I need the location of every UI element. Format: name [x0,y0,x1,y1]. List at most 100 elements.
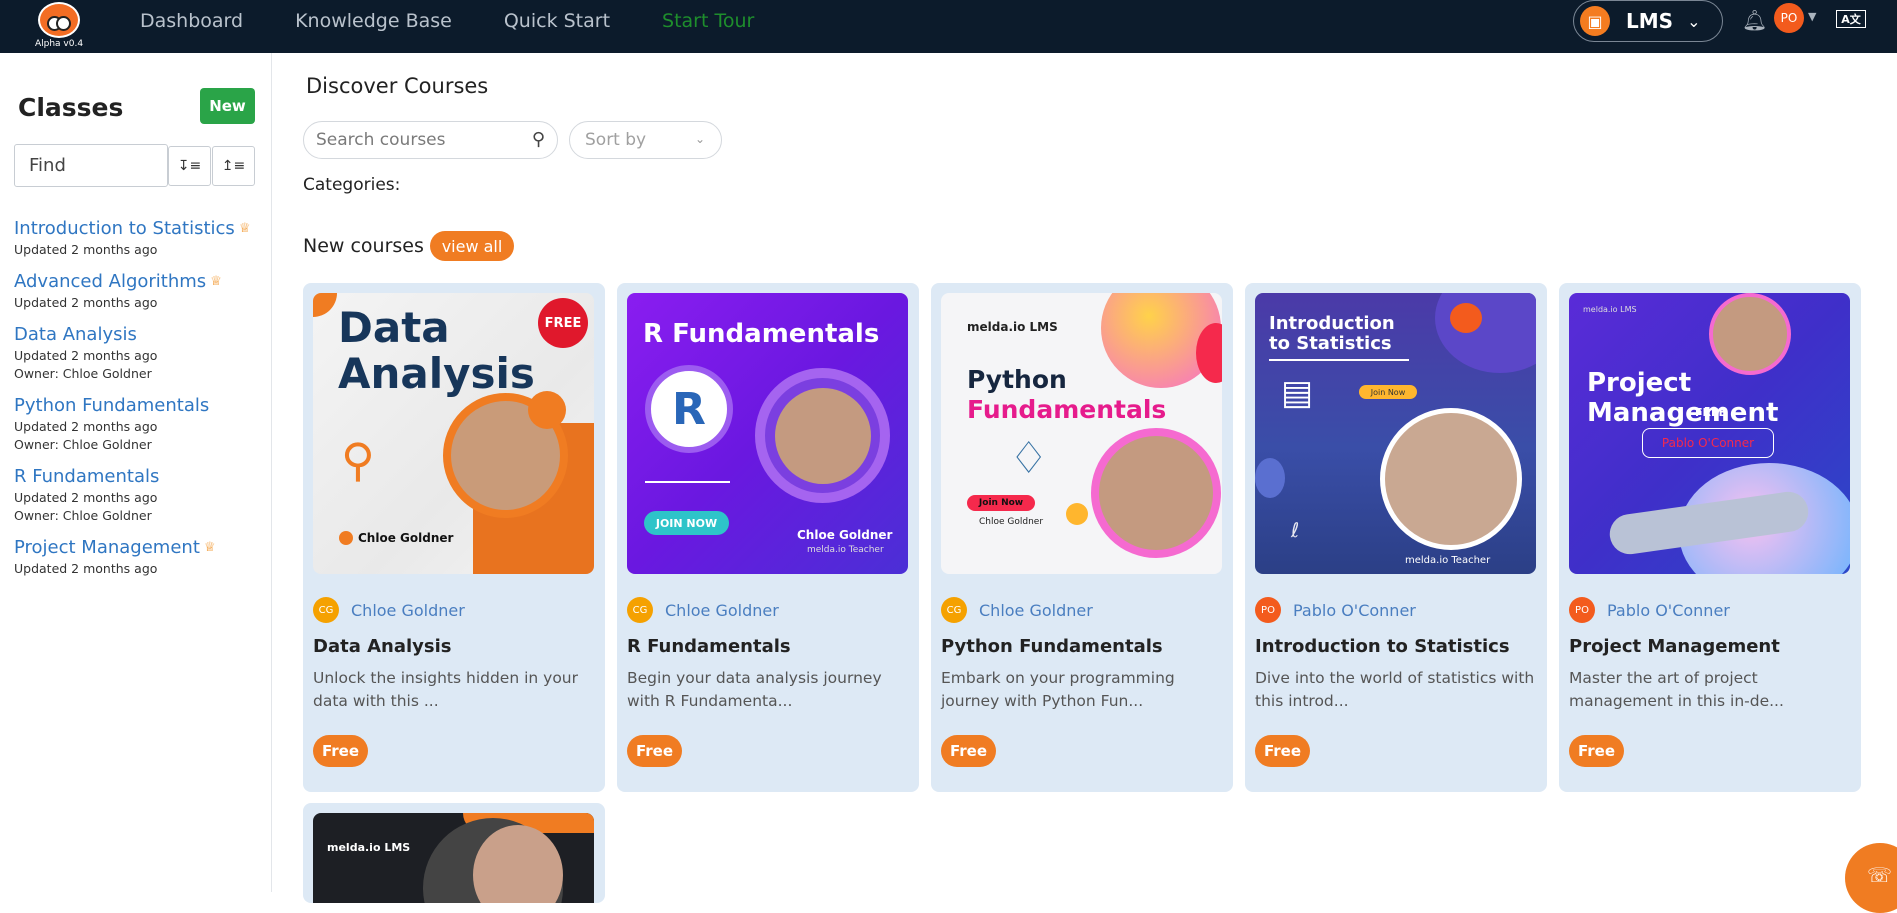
course-title[interactable]: Data Analysis [313,636,452,657]
author-name[interactable]: Pablo O'Conner [1607,601,1730,620]
course-description: Embark on your programming journey with … [941,669,1175,710]
list-item[interactable]: R Fundamentals Updated 2 months ago Owne… [14,466,264,523]
crown-icon: ♕ [238,221,251,236]
price-badge: Free [627,735,682,767]
course-description: Unlock the insights hidden in your data … [313,669,579,710]
course-title[interactable]: Introduction to Statistics [1255,636,1510,657]
course-title[interactable]: R Fundamentals [627,636,791,657]
class-name[interactable]: Advanced Algorithms [14,271,206,292]
app-version: Alpha v0.4 [34,39,84,49]
course-thumbnail[interactable]: melda.io LMS Python Fundamentals ♢ Join … [941,293,1222,574]
support-chat-button[interactable]: ☏ [1845,843,1897,913]
nav-quick-start[interactable]: Quick Start [504,10,610,32]
nav-dashboard[interactable]: Dashboard [140,10,243,32]
lms-label: LMS [1626,9,1674,33]
user-avatar[interactable]: PO [1774,3,1804,33]
course-thumbnail[interactable]: R Fundamentals R JOIN NOW Chloe Goldner … [627,293,908,574]
search-icon[interactable]: ⚲ [532,129,545,150]
course-author[interactable]: CG Chloe Goldner [627,597,779,623]
thumb-title-line1: Python [967,365,1067,394]
sort-asc-button[interactable]: ↥≡ [212,146,255,186]
lms-switcher[interactable]: ▣ LMS ⌄ [1573,0,1723,42]
mascot-logo-icon [38,2,80,38]
class-updated: Updated 2 months ago [14,242,158,257]
thumb-title-line2: Analysis [338,349,535,398]
author-avatar: PO [1255,597,1281,623]
author-avatar: PO [1569,597,1595,623]
course-card[interactable]: melda.io LMS Python Fundamentals ♢ Join … [931,283,1233,792]
class-updated: Updated 2 months ago [14,490,158,505]
course-description: Master the art of project management in … [1569,669,1784,710]
thumb-role: melda.io Teacher [1405,555,1491,566]
list-item[interactable]: Introduction to Statistics ♕ Updated 2 mo… [14,218,264,257]
page-title: Discover Courses [306,74,489,98]
author-name[interactable]: Chloe Goldner [979,601,1093,620]
thumb-join-now: Join Now [1359,385,1417,399]
course-title[interactable]: Project Management [1569,636,1780,657]
new-class-button[interactable]: New [200,88,255,124]
bell-icon[interactable]: 🔔︎ [1742,8,1767,32]
book-icon: ▣ [1580,6,1610,36]
class-name[interactable]: R Fundamentals [14,466,159,487]
view-all-button[interactable]: view all [430,231,514,261]
class-updated: Updated 2 months ago [14,561,158,576]
categories-label: Categories: [303,175,401,195]
author-name[interactable]: Pablo O'Conner [1293,601,1416,620]
find-input[interactable]: Find [14,144,168,187]
course-card[interactable]: melda.io LMS Project Management FREE Pab… [1559,283,1861,792]
sort-asc-icon: ↥≡ [221,158,246,174]
course-title[interactable]: Python Fundamentals [941,636,1163,657]
course-author[interactable]: PO Pablo O'Conner [1569,597,1730,623]
author-avatar: CG [941,597,967,623]
mascot-icon [1450,303,1482,333]
class-list: Introduction to Statistics ♕ Updated 2 mo… [14,218,264,590]
chart-icon: ▤ [1281,373,1314,413]
nav-knowledge-base[interactable]: Knowledge Base [295,10,452,32]
thumb-signature: ℓ [1291,518,1300,542]
top-navbar: Alpha v0.4 Dashboard Knowledge Base Quic… [0,0,1897,53]
author-name[interactable]: Chloe Goldner [665,601,779,620]
course-card[interactable]: melda.io LMS [303,803,605,903]
analytics-icon: ⚲ [341,433,375,487]
translate-icon[interactable]: A文 [1836,10,1866,28]
course-thumbnail[interactable]: melda.io LMS [313,813,594,903]
caret-down-icon[interactable]: ▼ [1808,10,1816,23]
main-nav: Dashboard Knowledge Base Quick Start Sta… [140,0,754,42]
nav-start-tour[interactable]: Start Tour [662,10,754,32]
author-name[interactable]: Chloe Goldner [351,601,465,620]
list-item[interactable]: Data Analysis Updated 2 months ago Owner… [14,324,264,381]
course-card[interactable]: FREE Data Analysis ⚲ Chloe Goldner CG Ch… [303,283,605,792]
course-thumbnail[interactable]: Introduction to Statistics ▤ Join Now ℓ … [1255,293,1536,574]
class-name[interactable]: Project Management [14,537,200,558]
thumb-teacher: Chloe Goldner [797,528,893,542]
sort-by-select[interactable]: Sort by ⌄ [569,121,722,159]
course-thumbnail[interactable]: FREE Data Analysis ⚲ Chloe Goldner [313,293,594,574]
thumb-title-line2: to Statistics [1269,333,1392,354]
class-updated: Updated 2 months ago [14,348,158,363]
course-card[interactable]: R Fundamentals R JOIN NOW Chloe Goldner … [617,283,919,792]
app-logo[interactable]: Alpha v0.4 [30,2,88,50]
price-badge: Free [313,735,368,767]
thumb-title-line1: R Fundamentals [643,319,880,349]
class-owner: Owner: Chloe Goldner [14,437,152,452]
class-name[interactable]: Introduction to Statistics [14,218,235,239]
course-thumbnail[interactable]: melda.io LMS Project Management FREE Pab… [1569,293,1850,574]
list-item[interactable]: Advanced Algorithms ♕ Updated 2 months ag… [14,271,264,310]
sort-desc-icon: ↧≡ [177,158,202,174]
price-badge: Free [941,735,996,767]
course-card[interactable]: Introduction to Statistics ▤ Join Now ℓ … [1245,283,1547,792]
course-author[interactable]: PO Pablo O'Conner [1255,597,1416,623]
author-avatar: CG [313,597,339,623]
sort-desc-button[interactable]: ↧≡ [168,146,211,186]
class-name[interactable]: Data Analysis [14,324,137,345]
class-updated: Updated 2 months ago [14,295,158,310]
list-item[interactable]: Python Fundamentals Updated 2 months ago… [14,395,264,452]
search-courses-input[interactable]: Search courses ⚲ [303,121,558,159]
class-name[interactable]: Python Fundamentals [14,395,209,416]
list-item[interactable]: Project Management ♕ Updated 2 months ago [14,537,264,576]
course-author[interactable]: CG Chloe Goldner [941,597,1093,623]
course-author[interactable]: CG Chloe Goldner [313,597,465,623]
chevron-down-icon: ⌄ [1687,11,1701,31]
class-owner: Owner: Chloe Goldner [14,366,152,381]
sort-placeholder: Sort by [585,130,647,150]
